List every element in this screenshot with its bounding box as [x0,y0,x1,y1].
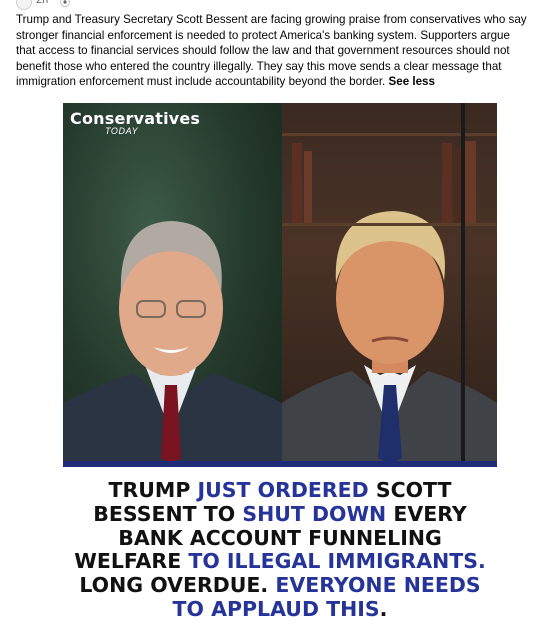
headline-line: LONG OVERDUE. EVERYONE NEEDS [63,573,497,598]
post-time[interactable]: 2h [36,0,48,6]
divider-bar [63,461,497,467]
headline-line: TRUMP JUST ORDERED SCOTT [63,478,497,503]
headline-segment: SCOTT [368,478,452,502]
headline-line: BANK ACCOUNT FUNNELING [63,525,497,551]
logo-sub: TODAY [105,126,139,136]
headline: TRUMP JUST ORDERED SCOTT BESSENT TO SHUT … [63,478,497,622]
post-body: Trump and Treasury Secretary Scott Besse… [16,12,532,90]
headline-segment: SHUT DOWN [242,501,387,526]
headline-segment: . [379,596,388,621]
portrait-left-figure [63,221,282,464]
headline-line: BESSENT TO SHUT DOWN EVERY [63,501,497,527]
portrait-left [63,103,282,464]
headline-segment: BANK ACCOUNT FUNNELING [118,525,442,550]
headline-segment: EVERYONE NEEDS [275,573,481,598]
headline-segment: JUST ORDERED [197,478,369,502]
headline-line: WELFARE TO ILLEGAL IMMIGRANTS. [63,549,497,574]
post-image[interactable]: Conservatives TODAY TRUMP JUST ORDERED S… [63,103,497,627]
headline-segment: TO ILLEGAL IMMIGRANTS. [188,549,486,574]
globe-icon: ⦿ [60,0,70,9]
see-less-link[interactable]: See less [389,75,435,88]
headline-segment: TRUMP [108,478,198,502]
umbrella-handle [461,103,465,464]
headline-segment: WELFARE [74,549,189,574]
logo: Conservatives TODAY [70,109,200,136]
photo-collage: Conservatives TODAY [63,103,497,464]
post-header: 2h ⦿ [0,0,543,10]
headline-line: TO APPLAUD THIS. [63,596,497,622]
avatar[interactable] [16,0,32,10]
headline-segment: BESSENT TO [93,501,243,526]
headline-segment: LONG OVERDUE. [79,573,276,598]
post-body-text: Trump and Treasury Secretary Scott Besse… [16,13,527,89]
headline-segment: TO APPLAUD THIS [172,596,380,621]
headline-segment: EVERY [386,501,467,526]
facebook-post: 2h ⦿ Trump and Treasury Secretary Scott … [0,0,543,629]
